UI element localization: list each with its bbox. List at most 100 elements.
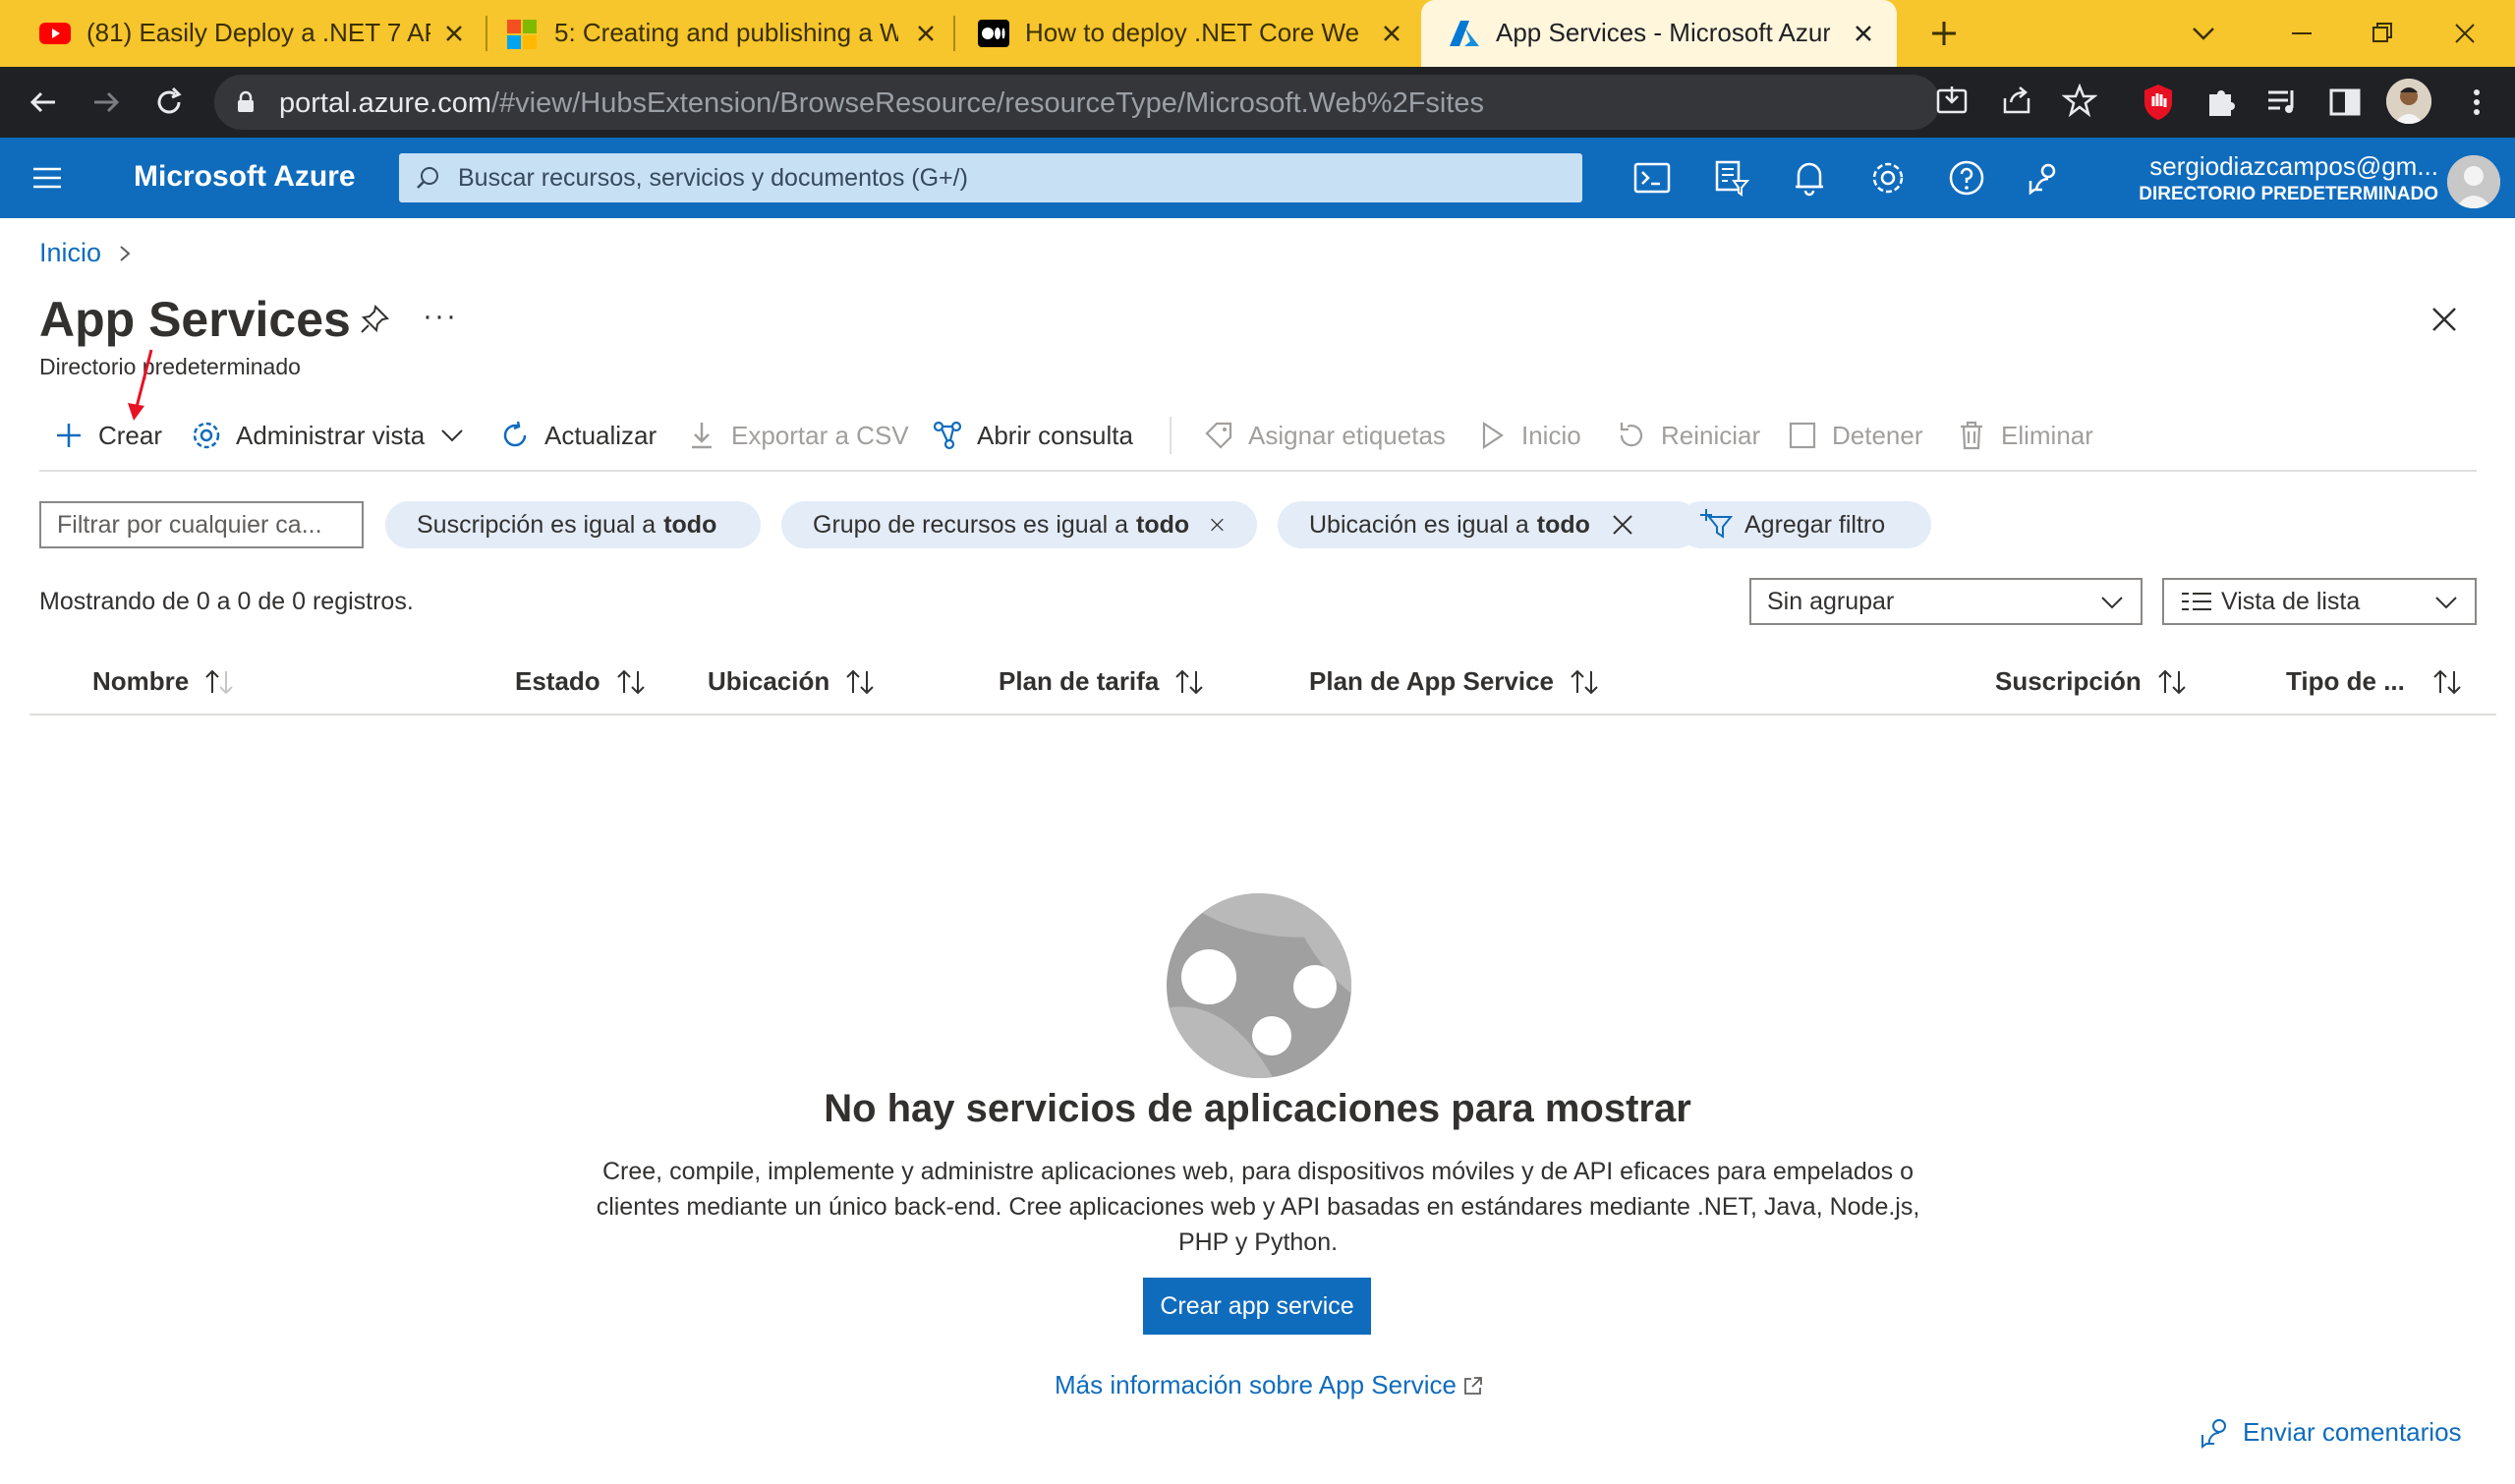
close-icon[interactable] (2428, 303, 2461, 336)
media-queue-icon[interactable] (2262, 83, 2302, 122)
feedback-icon[interactable] (2025, 157, 2066, 199)
account-info[interactable]: sergiodiazcampos@gm... DIRECTORIO PREDET… (2139, 151, 2438, 205)
browser-tab-active[interactable]: App Services - Microsoft Azure (1421, 0, 1897, 67)
send-feedback-link[interactable]: Enviar comentarios (2200, 1415, 2462, 1449)
start-label: Inicio (1521, 420, 1581, 450)
table-header: Nombre Estado Ubicación Plan de tarifa P… (29, 649, 2496, 715)
filter-input[interactable] (41, 503, 362, 546)
column-header-location[interactable]: Ubicación (708, 666, 879, 697)
create-app-service-button[interactable]: Crear app service (1143, 1278, 1371, 1335)
stop-button[interactable]: Detener (1787, 411, 1923, 460)
learn-more-link[interactable]: Más información sobre App Service (1055, 1370, 1484, 1400)
tag-icon (1205, 422, 1232, 449)
remove-filter-icon[interactable] (1209, 512, 1226, 538)
subscription-filter-label: Suscripción es igual a (417, 510, 657, 539)
download-icon (692, 423, 712, 449)
install-app-icon[interactable] (1934, 83, 1970, 118)
trash-icon (1961, 421, 1982, 450)
resource-group-filter-pill[interactable]: Grupo de recursos es igual a todo (781, 501, 1257, 548)
notifications-icon[interactable] (1789, 157, 1830, 199)
new-tab-icon[interactable] (1924, 14, 1964, 53)
delete-button[interactable]: Eliminar (1956, 411, 2093, 460)
global-search-placeholder: Buscar recursos, servicios y documentos … (458, 164, 968, 192)
remove-filter-icon[interactable] (1610, 512, 1635, 538)
back-icon[interactable] (24, 83, 63, 122)
sort-icon (1571, 669, 1598, 694)
sort-icon (2158, 669, 2186, 694)
azure-brand[interactable]: Microsoft Azure (134, 160, 356, 194)
tab-title: App Services - Microsoft Azure (1496, 18, 1830, 47)
assign-tags-button[interactable]: Asignar etiquetas (1203, 411, 1446, 460)
command-bar: Crear Administrar vista Actualizar Expor… (39, 411, 2477, 460)
column-header-pricing-tier[interactable]: Plan de tarifa (999, 666, 1208, 697)
column-header-subscription[interactable]: Suscripción (1995, 666, 2191, 697)
start-button[interactable]: Inicio (1476, 411, 1581, 460)
location-filter-pill[interactable]: Ubicación es igual a todo (1278, 501, 1700, 548)
column-header-label: Estado (515, 666, 600, 696)
lock-icon (234, 90, 257, 114)
browser-tab-1[interactable]: (81) Easily Deploy a .NET 7 API to (0, 0, 482, 67)
close-tab-icon[interactable] (1850, 20, 1877, 47)
directory-filter-icon[interactable] (1710, 157, 1751, 199)
location-filter-value: todo (1536, 510, 1590, 539)
settings-icon[interactable] (1867, 157, 1909, 199)
column-header-app-service-plan[interactable]: Plan de App Service (1309, 666, 1603, 697)
refresh-button[interactable]: Actualizar (499, 411, 657, 460)
column-header-type[interactable]: Tipo de ... (2286, 666, 2466, 697)
share-icon[interactable] (1999, 83, 2034, 118)
breadcrumb: Inicio (39, 238, 135, 268)
view-mode-dropdown[interactable]: Vista de lista (2162, 578, 2477, 625)
global-search-box[interactable]: Buscar recursos, servicios y documentos … (399, 153, 1582, 202)
forward-icon[interactable] (86, 83, 126, 122)
browser-toolbar: portal.azure.com/#view/HubsExtension/Bro… (0, 67, 2515, 138)
youtube-icon (39, 20, 71, 47)
chevron-down-icon (2101, 597, 2123, 609)
pin-icon[interactable] (358, 303, 391, 336)
column-header-name[interactable]: Nombre (92, 666, 238, 697)
subscription-filter-pill[interactable]: Suscripción es igual a todo (385, 501, 761, 548)
close-tab-icon[interactable] (1378, 20, 1405, 47)
annotation-arrow (122, 346, 161, 425)
hamburger-menu-icon[interactable] (29, 161, 65, 195)
manage-view-button[interactable]: Administrar vista (191, 411, 468, 460)
gear-icon (193, 422, 220, 449)
side-panel-icon[interactable] (2325, 83, 2365, 122)
grouping-dropdown[interactable]: Sin agrupar (1749, 578, 2143, 625)
column-header-status[interactable]: Estado (515, 666, 650, 697)
app-service-globe-icon (1166, 892, 1352, 1079)
browser-profile-avatar[interactable] (2386, 79, 2431, 124)
url-host: portal.azure.com (279, 87, 491, 119)
tab-title: (81) Easily Deploy a .NET 7 API to (86, 18, 430, 47)
close-tab-icon[interactable] (912, 20, 940, 47)
address-bar[interactable]: portal.azure.com/#view/HubsExtension/Bro… (214, 75, 1940, 130)
cloud-shell-icon[interactable] (1631, 157, 1673, 199)
sort-ascending-icon (205, 669, 233, 694)
help-icon[interactable] (1946, 157, 1987, 199)
ad-block-extension-icon[interactable] (2139, 83, 2178, 122)
minimize-icon[interactable] (2282, 14, 2321, 53)
open-query-button[interactable]: Abrir consulta (932, 411, 1133, 460)
restart-button[interactable]: Reiniciar (1616, 411, 1760, 460)
record-count: Mostrando de 0 a 0 de 0 registros. (39, 588, 414, 615)
bookmark-star-icon[interactable] (2062, 83, 2097, 118)
breadcrumb-home-link[interactable]: Inicio (39, 238, 101, 268)
tab-search-icon[interactable] (2184, 14, 2223, 53)
more-options-icon[interactable]: ··· (423, 300, 458, 333)
browser-menu-icon[interactable] (2457, 83, 2496, 122)
browser-tab-strip: (81) Easily Deploy a .NET 7 API to 5: Cr… (0, 0, 2515, 67)
delete-label: Eliminar (2001, 420, 2093, 450)
restore-icon[interactable] (2363, 14, 2402, 53)
add-filter-button[interactable]: Agregar filtro (1678, 501, 1931, 548)
extensions-puzzle-icon[interactable] (2201, 83, 2241, 122)
sort-icon (2433, 669, 2461, 694)
filter-input-box[interactable] (39, 501, 364, 548)
browser-tab-2[interactable]: 5: Creating and publishing a Web (468, 0, 949, 67)
browser-tab-3[interactable]: How to deploy .NET Core Web Ap (939, 0, 1420, 67)
reload-icon[interactable] (149, 83, 189, 122)
export-csv-button[interactable]: Exportar a CSV (686, 411, 909, 460)
sort-icon (616, 669, 645, 694)
close-tab-icon[interactable] (440, 20, 468, 47)
tab-title: How to deploy .NET Core Web Ap (1025, 18, 1359, 47)
close-window-icon[interactable] (2445, 14, 2485, 53)
user-avatar[interactable] (2447, 155, 2500, 208)
